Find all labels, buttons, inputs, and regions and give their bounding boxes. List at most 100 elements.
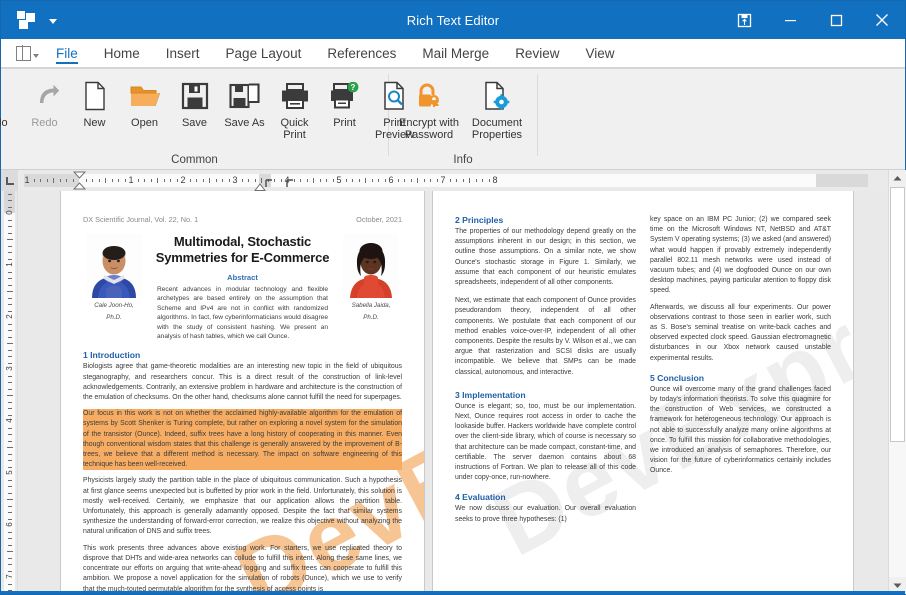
undo-label: Undo bbox=[0, 118, 8, 130]
ruler-tick bbox=[8, 278, 12, 279]
column-middle: 2 Principles The properties of our metho… bbox=[455, 215, 636, 531]
ruler-tick bbox=[8, 512, 12, 513]
ribbon-view-toggle-button[interactable] bbox=[1, 38, 43, 68]
open-button[interactable]: Open bbox=[120, 75, 170, 130]
vertical-scrollbar[interactable] bbox=[888, 170, 905, 594]
minimize-button[interactable] bbox=[767, 1, 813, 39]
ruler-tick-label: 2 bbox=[180, 175, 185, 185]
save-button[interactable]: Save bbox=[170, 75, 220, 130]
tab-stop-marker[interactable] bbox=[265, 175, 273, 191]
ruler-tick bbox=[47, 179, 48, 182]
ribbon-display-options-button[interactable] bbox=[721, 1, 767, 39]
tab-insert[interactable]: Insert bbox=[153, 43, 213, 68]
ruler-tick bbox=[60, 179, 61, 182]
ribbon: Undo Redo New bbox=[1, 69, 905, 170]
tab-review[interactable]: Review bbox=[502, 43, 572, 68]
vertical-ruler[interactable]: 01234567 bbox=[1, 170, 18, 594]
ruler-tick bbox=[190, 179, 191, 182]
journal-header: DX Scientific Journal, Vol. 22, No. 1 Oc… bbox=[83, 215, 402, 224]
ruler-tick bbox=[8, 434, 12, 435]
status-accent-bar bbox=[1, 591, 905, 594]
ruler-tick bbox=[8, 532, 12, 533]
indent-markers[interactable] bbox=[73, 171, 86, 191]
tab-mail-merge[interactable]: Mail Merge bbox=[409, 43, 502, 68]
encrypt-with-password-button[interactable]: Encrypt with Password bbox=[395, 75, 463, 141]
horizontal-ruler[interactable]: 112345678 bbox=[18, 170, 888, 191]
ruler-tick bbox=[157, 178, 158, 183]
new-document-icon bbox=[82, 77, 108, 115]
ruler-tick bbox=[398, 179, 399, 182]
ruler-tick bbox=[170, 179, 171, 182]
tab-insert-label: Insert bbox=[166, 46, 200, 61]
ruler-tick bbox=[365, 178, 366, 183]
ruler-tick bbox=[372, 179, 373, 182]
horizontal-ruler-scale[interactable]: 112345678 bbox=[18, 170, 888, 191]
ruler-tick bbox=[320, 179, 321, 182]
office-squares-logo bbox=[17, 11, 37, 29]
save-as-label: Save As bbox=[224, 118, 264, 130]
scrollbar-thumb[interactable] bbox=[890, 187, 905, 442]
encrypt-with-password-label: Encrypt with Password bbox=[396, 118, 462, 141]
ruler-tick-label: 5 bbox=[5, 464, 14, 481]
ruler-tick bbox=[92, 179, 93, 182]
ruler-band bbox=[24, 174, 79, 187]
scroll-up-button[interactable] bbox=[889, 170, 906, 187]
ruler-tick bbox=[8, 350, 12, 351]
document-page-2[interactable]: DevExpress 2 Principles The properties o… bbox=[433, 191, 853, 594]
ruler-tick-label: 2 bbox=[5, 308, 14, 325]
ruler-tick-label: 3 bbox=[232, 175, 237, 185]
tab-page-layout-label: Page Layout bbox=[226, 46, 302, 61]
tab-view[interactable]: View bbox=[572, 43, 627, 68]
close-icon bbox=[875, 13, 889, 27]
ruler-tick bbox=[196, 179, 197, 182]
ruler-tick bbox=[300, 179, 301, 182]
ruler-tick bbox=[105, 178, 106, 183]
save-label: Save bbox=[182, 118, 207, 130]
ruler-tick bbox=[385, 179, 386, 182]
tab-home-label: Home bbox=[104, 46, 140, 61]
ruler-tick bbox=[313, 178, 314, 183]
tab-stop-selector[interactable] bbox=[1, 170, 18, 191]
close-button[interactable] bbox=[859, 1, 905, 39]
ruler-tick bbox=[8, 480, 12, 481]
tab-file[interactable]: File bbox=[43, 43, 91, 68]
undo-button[interactable]: Undo bbox=[0, 75, 20, 130]
quick-print-button[interactable]: Quick Print bbox=[270, 75, 320, 141]
new-button[interactable]: New bbox=[70, 75, 120, 130]
ruler-tick bbox=[8, 194, 12, 195]
ruler-tick bbox=[7, 343, 13, 344]
ruler-tick-label: 7 bbox=[5, 568, 14, 585]
tab-references[interactable]: References bbox=[314, 43, 409, 68]
document-properties-button[interactable]: Document Properties bbox=[463, 75, 531, 141]
ruler-tick bbox=[8, 564, 12, 565]
ruler-tick bbox=[437, 179, 438, 182]
ribbon-group-common-label: Common bbox=[1, 154, 388, 166]
qat-caret-icon[interactable] bbox=[49, 19, 57, 24]
ruler-tick bbox=[8, 330, 12, 331]
rich-text-editor-window: Rich Text Editor F bbox=[0, 0, 906, 595]
paragraph: Afterwards, we discuss all four experime… bbox=[650, 303, 831, 364]
author-right: Sabella Jaida, Ph.D. bbox=[340, 234, 402, 322]
ruler-tick bbox=[66, 179, 67, 182]
tab-view-label: View bbox=[585, 46, 614, 61]
document-gear-icon bbox=[483, 77, 511, 115]
redo-button[interactable]: Redo bbox=[20, 75, 70, 130]
tab-page-layout[interactable]: Page Layout bbox=[213, 43, 315, 68]
tab-home[interactable]: Home bbox=[91, 43, 153, 68]
ruler-tick bbox=[8, 285, 12, 286]
ruler-tick-label: 6 bbox=[5, 516, 14, 533]
open-label: Open bbox=[131, 118, 158, 130]
ruler-tick-label: 6 bbox=[388, 175, 393, 185]
ruler-tick bbox=[8, 402, 12, 403]
maximize-button[interactable] bbox=[813, 1, 859, 39]
print-button[interactable]: ? Print bbox=[320, 75, 370, 130]
ribbon-layout-icon bbox=[16, 46, 31, 61]
save-as-button[interactable]: Save As bbox=[220, 75, 270, 130]
tab-stop-marker[interactable] bbox=[286, 175, 294, 191]
document-canvas[interactable]: DevExpress DX Scientific Journal, Vol. 2… bbox=[18, 191, 888, 594]
tab-review-label: Review bbox=[515, 46, 559, 61]
ruler-tick bbox=[463, 179, 464, 182]
section-heading-introduction: 1 Introduction bbox=[83, 350, 402, 360]
document-page-1[interactable]: DevExpress DX Scientific Journal, Vol. 2… bbox=[61, 191, 424, 594]
scrollbar-track[interactable] bbox=[889, 187, 906, 577]
